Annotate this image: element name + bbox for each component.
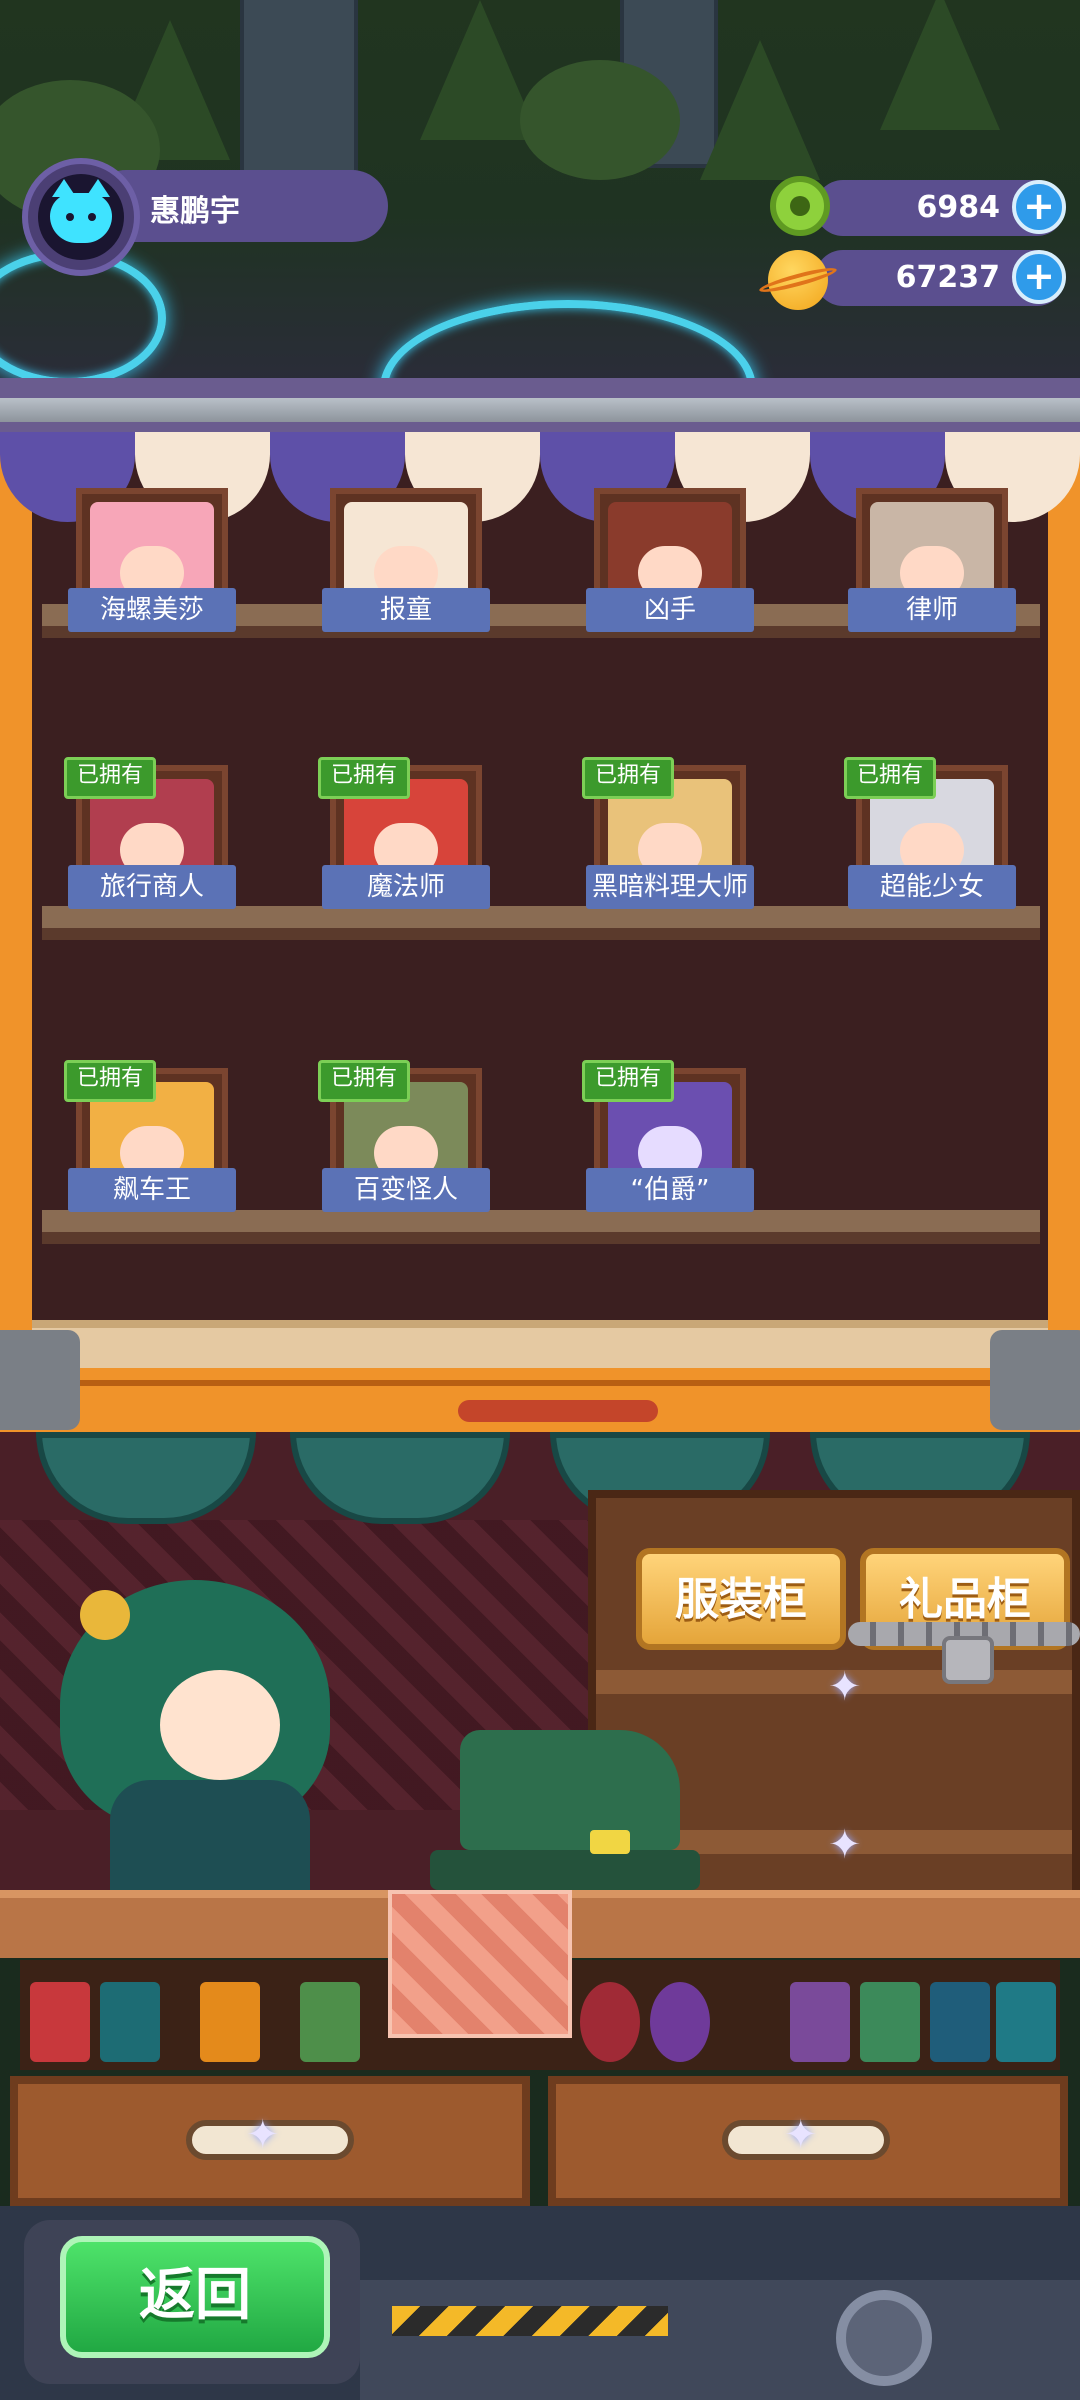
fabric-roll <box>650 1982 710 2062</box>
character-card-7[interactable]: 黑暗料理大师 已拥有 <box>582 757 754 909</box>
character-name: 凶手 <box>586 588 754 632</box>
character-card-6[interactable]: 魔法师 已拥有 <box>318 757 490 909</box>
character-card-11[interactable]: “伯爵” 已拥有 <box>582 1060 754 1212</box>
sparkle-icon: ✦ <box>784 2112 818 2158</box>
character-name: 魔法师 <box>322 865 490 909</box>
character-name: “伯爵” <box>586 1168 754 1212</box>
owned-badge: 已拥有 <box>318 1060 411 1102</box>
metal-bracket <box>990 1330 1080 1430</box>
character-card-8[interactable]: 超能少女 已拥有 <box>844 757 1016 909</box>
character-name: 飙车王 <box>68 1168 236 1212</box>
shelf-plank <box>42 906 1040 940</box>
add-coin-button[interactable]: + <box>1012 250 1066 304</box>
character-card-5[interactable]: 旅行商人 已拥有 <box>64 757 236 909</box>
wardrobe-button[interactable]: 服装柜 <box>636 1548 846 1650</box>
shopkeeper-character[interactable] <box>50 1580 350 1900</box>
character-name: 超能少女 <box>848 865 1016 909</box>
sparkle-icon: ✦ <box>246 2112 280 2158</box>
tree <box>880 0 1000 130</box>
thread-spool <box>860 1982 920 2062</box>
owned-badge: 已拥有 <box>64 757 157 799</box>
sewing-machine[interactable] <box>430 1700 700 1890</box>
fabric-cloth <box>388 1890 572 2038</box>
neon-sign <box>380 300 756 390</box>
conveyor <box>360 2280 1080 2400</box>
thread-spool <box>790 1982 850 2062</box>
character-name: 百变怪人 <box>322 1168 490 1212</box>
hazard-stripe <box>392 2306 668 2336</box>
owned-badge: 已拥有 <box>582 757 675 799</box>
character-card-10[interactable]: 百变怪人 已拥有 <box>318 1060 490 1212</box>
tree <box>700 40 820 180</box>
cabinet-handle <box>458 1400 658 1422</box>
bush <box>520 60 680 180</box>
character-card-1[interactable]: 海螺美莎 <box>68 488 236 632</box>
metal-bracket <box>0 1330 80 1430</box>
shelf-plank <box>42 1210 1040 1244</box>
character-name: 旅行商人 <box>68 865 236 909</box>
thread-spool <box>996 1982 1056 2062</box>
character-card-3[interactable]: 凶手 <box>586 488 754 632</box>
character-name: 海螺美莎 <box>68 588 236 632</box>
thread-spool <box>200 1982 260 2062</box>
character-card-2[interactable]: 报童 <box>322 488 490 632</box>
thread-spool <box>30 1982 90 2062</box>
owned-badge: 已拥有 <box>318 757 411 799</box>
metal-rail <box>0 398 1080 422</box>
character-card-4[interactable]: 律师 <box>848 488 1016 632</box>
fabric-roll <box>580 1982 640 2062</box>
player-name: 惠鹏宇 <box>150 194 240 229</box>
sparkle-icon: ✦ <box>828 1664 862 1710</box>
wheel <box>836 2290 932 2386</box>
owned-badge: 已拥有 <box>582 1060 675 1102</box>
character-name: 律师 <box>848 588 1016 632</box>
lock-icon <box>942 1636 994 1684</box>
thread-spool <box>930 1982 990 2062</box>
add-donut-button[interactable]: + <box>1012 180 1066 234</box>
character-name: 报童 <box>322 588 490 632</box>
character-name: 黑暗料理大师 <box>586 865 754 909</box>
coin-currency-value: 67237 <box>895 260 1000 295</box>
thread-spool <box>300 1982 360 2062</box>
back-button[interactable]: 返回 <box>60 2236 330 2358</box>
sparkle-icon: ✦ <box>828 1822 862 1868</box>
character-card-9[interactable]: 飙车王 已拥有 <box>64 1060 236 1212</box>
owned-badge: 已拥有 <box>64 1060 157 1102</box>
cabinet-base <box>32 1320 1048 1368</box>
planet-coin-icon <box>768 250 828 310</box>
thread-spool <box>100 1982 160 2062</box>
donut-currency-value: 6984 <box>916 190 1001 225</box>
owned-badge: 已拥有 <box>844 757 937 799</box>
cat-avatar-icon <box>50 179 112 243</box>
